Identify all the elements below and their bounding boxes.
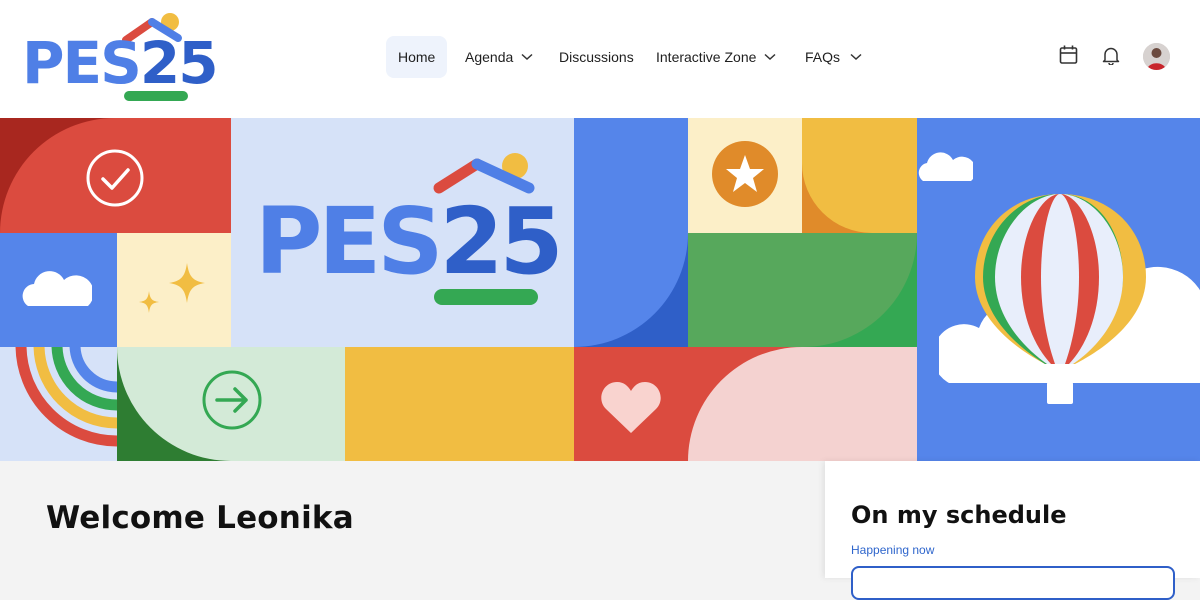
hero-banner: PES25 xyxy=(0,118,1200,461)
nav-discussions-label: Discussions xyxy=(559,49,634,65)
banner-tile xyxy=(0,347,117,461)
schedule-panel: On my schedule Happening now xyxy=(825,461,1200,600)
nav-discussions[interactable]: Discussions xyxy=(559,36,634,78)
banner-tile xyxy=(345,347,574,461)
logo-underline-bar xyxy=(124,91,188,101)
rainbow-icon xyxy=(15,347,117,447)
banner-sky-tile xyxy=(917,118,1200,461)
nav-interactive-zone-label: Interactive Zone xyxy=(656,49,757,65)
banner-wordmark: PES25 xyxy=(255,196,564,288)
logo-wordmark: PES25 xyxy=(22,34,219,92)
arrow-right-circle-icon xyxy=(201,369,263,436)
banner-tile xyxy=(574,347,688,461)
heart-icon xyxy=(601,382,661,433)
schedule-session-card[interactable] xyxy=(851,566,1175,600)
pes25-logo[interactable]: PES25 xyxy=(22,12,219,104)
chevron-down-icon xyxy=(521,53,533,61)
banner-tile xyxy=(688,233,917,347)
banner-text-25: 25 xyxy=(439,188,564,295)
nav-home-label: Home xyxy=(398,49,436,65)
banner-tile xyxy=(0,233,117,347)
nav-faqs[interactable]: FAQs xyxy=(805,36,862,78)
calendar-icon[interactable] xyxy=(1059,45,1078,70)
sparkle-icon xyxy=(139,263,205,313)
happening-now-label: Happening now xyxy=(851,543,935,557)
nav-agenda[interactable]: Agenda xyxy=(465,36,533,78)
top-header: PES25 Home Agenda Discussions Interactiv… xyxy=(0,0,1200,118)
schedule-title: On my schedule xyxy=(851,501,1067,529)
logo-text-pes: PES xyxy=(22,29,142,97)
banner-tile xyxy=(117,233,231,347)
banner-tile xyxy=(574,118,688,347)
nav-faqs-label: FAQs xyxy=(805,49,841,65)
banner-tile xyxy=(688,347,917,461)
banner-text-pes: PES xyxy=(255,188,444,295)
nav-interactive-zone[interactable]: Interactive Zone xyxy=(656,36,776,78)
chevron-down-icon xyxy=(850,53,862,61)
logo-text-25: 25 xyxy=(139,29,219,97)
cloud-icon xyxy=(918,152,973,181)
avatar[interactable] xyxy=(1143,43,1170,70)
logo-underline-bar xyxy=(434,289,538,305)
nav-home[interactable]: Home xyxy=(386,36,448,78)
cloud-icon xyxy=(22,271,92,306)
banner-tile xyxy=(802,118,917,233)
hot-air-balloon-icon xyxy=(975,194,1146,404)
bell-icon[interactable] xyxy=(1102,46,1120,70)
banner-logo-tile: PES25 xyxy=(231,118,574,347)
star-badge-icon xyxy=(712,141,778,212)
nav-agenda-label: Agenda xyxy=(465,49,514,65)
user-photo xyxy=(1143,43,1170,70)
welcome-heading: Welcome Leonika xyxy=(46,500,354,536)
chevron-down-icon xyxy=(764,53,776,61)
check-circle-icon xyxy=(86,149,144,212)
